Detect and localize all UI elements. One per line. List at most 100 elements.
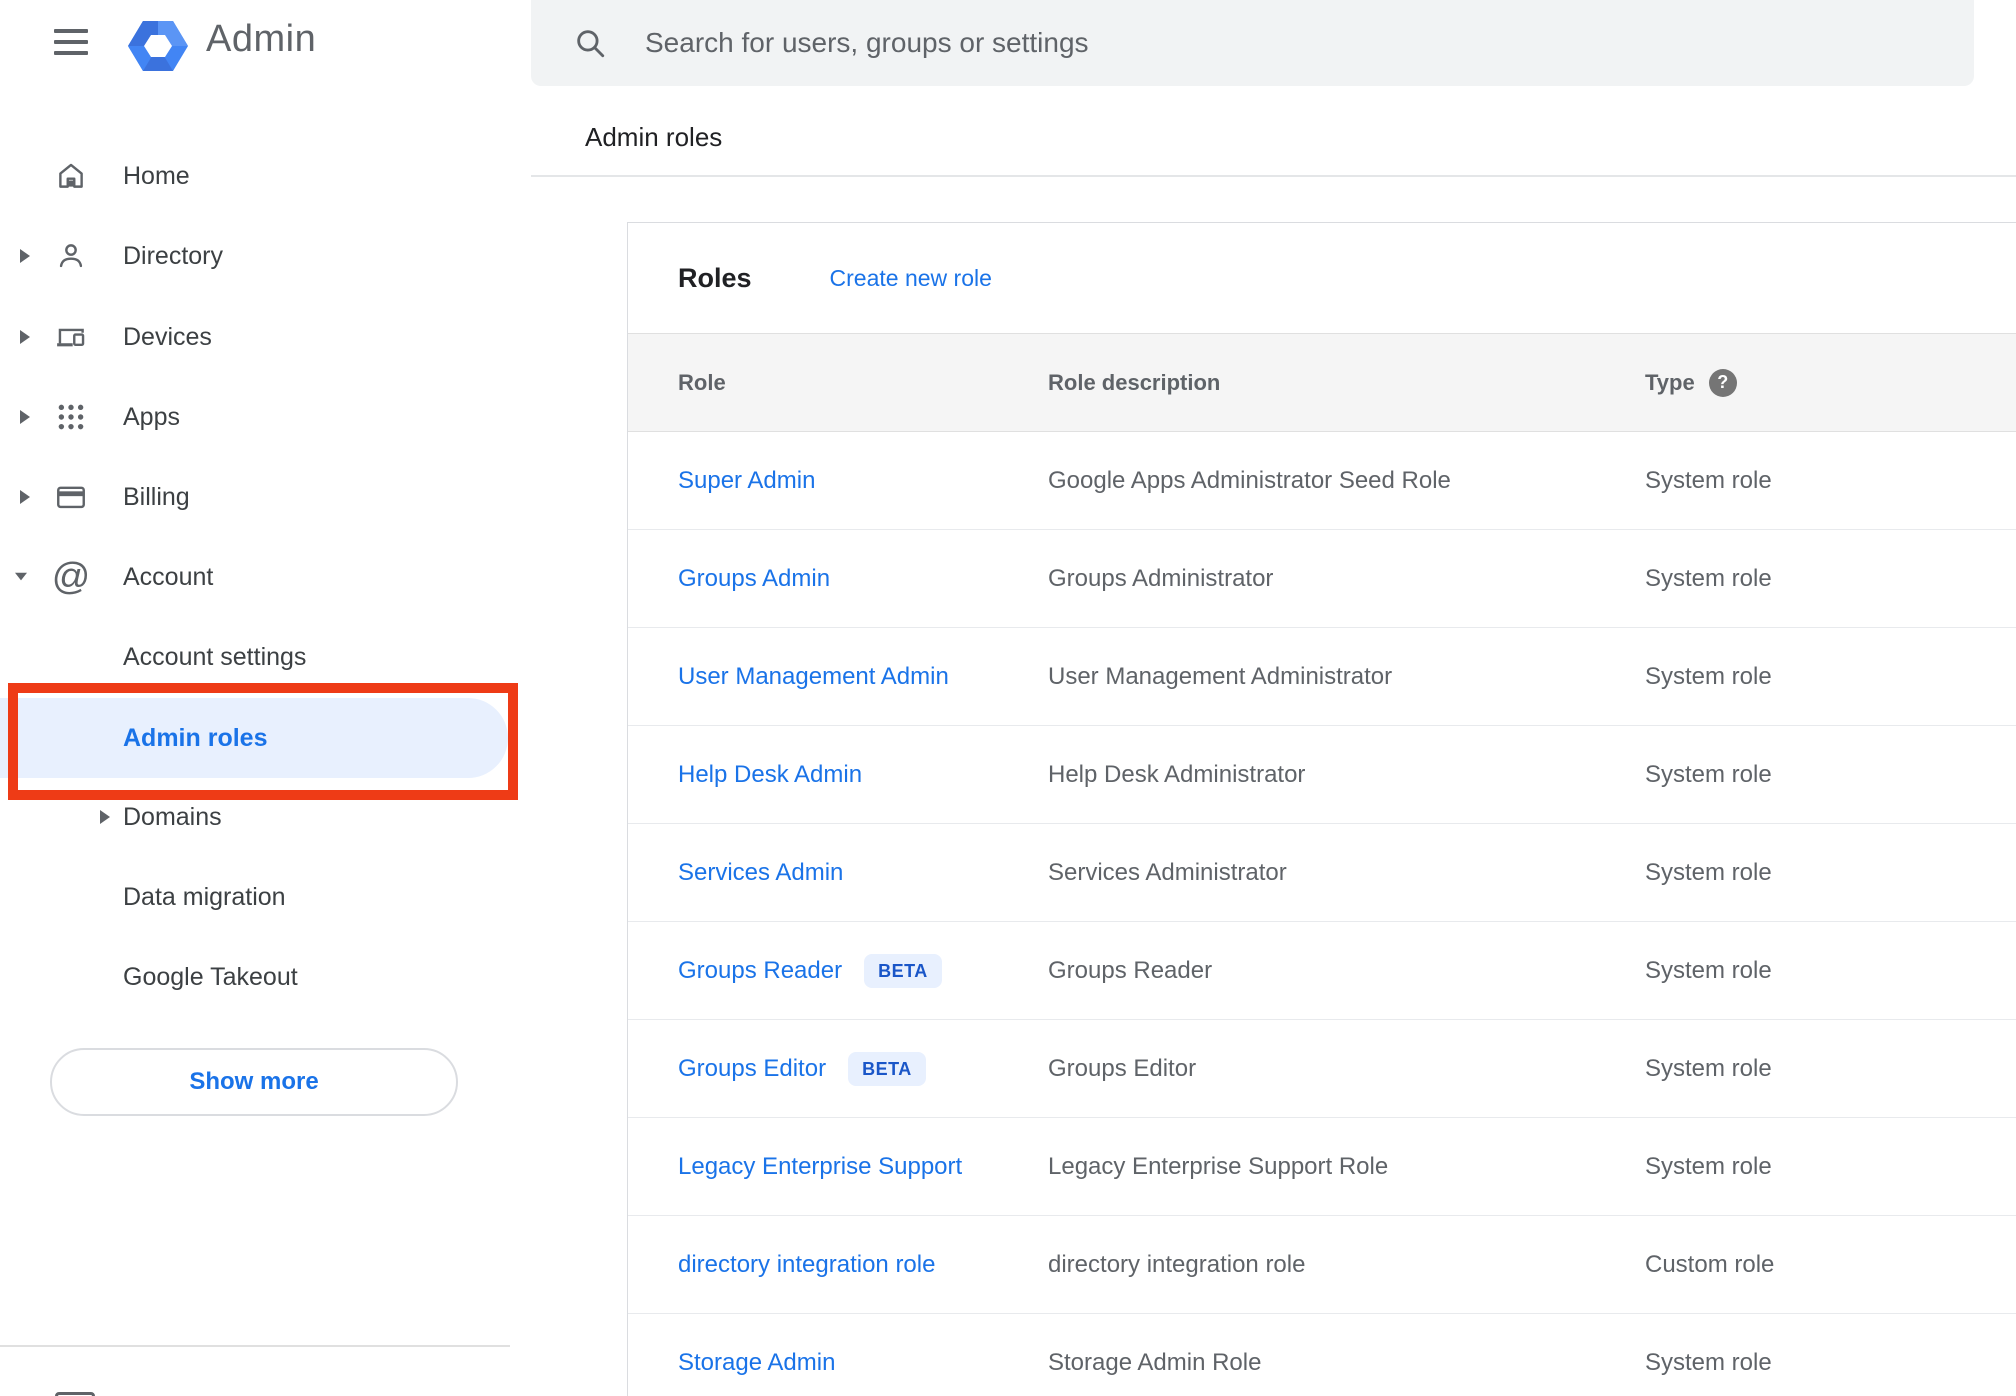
role-cell: Super Admin (678, 467, 1048, 495)
sidebar-item-account[interactable]: @ Account (0, 537, 516, 617)
role-link[interactable]: Help Desk Admin (678, 761, 862, 789)
role-link[interactable]: Groups Admin (678, 565, 830, 593)
sidebar-item-label: Directory (123, 241, 224, 270)
product-name: Admin (206, 18, 317, 60)
create-new-role-link[interactable]: Create new role (830, 265, 992, 292)
role-description: Groups Administrator (1048, 564, 1274, 592)
billing-icon (53, 479, 89, 515)
directory-icon (53, 238, 89, 274)
role-link[interactable]: Groups Editor (678, 1055, 826, 1083)
sidebar-item-google-takeout[interactable]: Google Takeout (0, 937, 516, 1017)
sidebar-item-domains[interactable]: Domains (0, 777, 516, 857)
role-type: System role (1645, 956, 1772, 984)
brand-row: Admin (0, 0, 516, 88)
table-row: Groups Admin Groups Administrator System r… (628, 530, 2016, 628)
sidebar-item-label: Account settings (123, 642, 307, 671)
sidebar-item-directory[interactable]: Directory (0, 216, 516, 296)
chevron-right-icon[interactable] (20, 249, 32, 263)
role-type: System role (1645, 760, 1772, 788)
role-type: Custom role (1645, 1250, 1775, 1278)
beta-badge: BETA (864, 953, 942, 988)
sidebar-item-label: Data migration (123, 882, 286, 911)
table-row: Services Admin Services Administrator Syst… (628, 824, 2016, 922)
role-cell: Legacy Enterprise Support (678, 1153, 1048, 1181)
search-bar[interactable]: Search for users, groups or settings (531, 0, 1974, 86)
roles-card: Roles Create new role Role Role descript… (627, 222, 2016, 1396)
content-divider (531, 175, 2016, 177)
card-header: Roles Create new role (628, 223, 2016, 333)
table-row: directory integration role directory inte… (628, 1216, 2016, 1314)
table-row: Groups Reader BETA Groups Reader System rol… (628, 922, 2016, 1020)
table-header-row: Role Role description Type ? (628, 333, 2016, 432)
role-cell: Groups Reader BETA (678, 953, 1048, 988)
role-description: User Management Administrator (1048, 662, 1393, 690)
chevron-right-icon[interactable] (20, 410, 32, 424)
role-description: Groups Reader (1048, 956, 1213, 984)
help-icon[interactable]: ? (1708, 368, 1737, 397)
sidebar-item-label: Account (123, 562, 214, 591)
role-link[interactable]: User Management Admin (678, 663, 949, 691)
breadcrumb: Admin roles (585, 122, 723, 152)
sidebar-item-home[interactable]: Home (0, 136, 516, 216)
devices-icon (53, 319, 89, 355)
search-placeholder: Search for users, groups or settings (645, 27, 1089, 58)
role-type: System role (1645, 466, 1772, 494)
sidebar-item-apps[interactable]: Apps (0, 377, 516, 457)
role-type: System role (1645, 564, 1772, 592)
sidebar-item-data-migration[interactable]: Data migration (0, 857, 516, 937)
role-cell: Groups Editor BETA (678, 1051, 1048, 1086)
table-row: Super Admin Google Apps Administrator See… (628, 432, 2016, 530)
sidebar-item-label: Billing (123, 482, 190, 511)
role-type: System role (1645, 858, 1772, 886)
menu-icon[interactable] (54, 29, 88, 55)
chevron-right-icon[interactable] (20, 490, 32, 504)
sidebar: Admin Home Directory Devices Apps Billin… (0, 0, 518, 1396)
table-row: Help Desk Admin Help Desk Administrator Sy… (628, 726, 2016, 824)
admin-logo-icon (127, 15, 189, 77)
role-cell: Help Desk Admin (678, 761, 1048, 789)
role-cell: directory integration role (678, 1251, 1048, 1279)
show-more-button[interactable]: Show more (50, 1048, 458, 1116)
column-header-role: Role (678, 369, 726, 395)
role-type: System role (1645, 662, 1772, 690)
table-row: Groups Editor BETA Groups Editor System rol… (628, 1020, 2016, 1118)
role-type: System role (1645, 1054, 1772, 1082)
role-cell: Services Admin (678, 859, 1048, 887)
column-header-type: Type (1645, 369, 1695, 395)
role-link[interactable]: Legacy Enterprise Support (678, 1153, 962, 1181)
role-description: directory integration role (1048, 1250, 1306, 1278)
role-cell: User Management Admin (678, 663, 1048, 691)
sidebar-item-label: Home (123, 161, 190, 190)
role-link[interactable]: Super Admin (678, 467, 815, 495)
sidebar-item-label: Devices (123, 322, 212, 351)
table-row: User Management Admin User Management Adm… (628, 628, 2016, 726)
role-cell: Groups Admin (678, 565, 1048, 593)
role-link[interactable]: Services Admin (678, 859, 843, 887)
page-title: Roles (678, 262, 752, 293)
search-icon (573, 26, 607, 60)
apps-icon (53, 399, 89, 435)
sidebar-item-label: Apps (123, 402, 180, 431)
table-body: Super Admin Google Apps Administrator See… (628, 432, 2016, 1396)
account-icon: @ (51, 556, 91, 598)
role-type: System role (1645, 1152, 1772, 1180)
sidebar-item-billing[interactable]: Billing (0, 457, 516, 537)
google-admin-console: Admin Home Directory Devices Apps Billin… (0, 0, 2016, 1396)
sidebar-divider (0, 1345, 510, 1347)
role-link[interactable]: directory integration role (678, 1251, 935, 1279)
role-cell: Storage Admin (678, 1349, 1048, 1377)
column-header-description: Role description (1048, 369, 1221, 395)
role-description: Google Apps Administrator Seed Role (1048, 466, 1451, 494)
chevron-right-icon[interactable] (100, 810, 112, 824)
chevron-right-icon[interactable] (20, 330, 32, 344)
sidebar-item-label: Admin roles (123, 723, 268, 752)
sidebar-item-devices[interactable]: Devices (0, 297, 516, 377)
role-link[interactable]: Groups Reader (678, 957, 842, 985)
sidebar-item-account-settings[interactable]: Account settings (0, 617, 516, 697)
role-description: Help Desk Administrator (1048, 760, 1306, 788)
role-description: Storage Admin Role (1048, 1348, 1262, 1376)
role-link[interactable]: Storage Admin (678, 1349, 835, 1377)
table-row: Legacy Enterprise Support Legacy Enterpri… (628, 1118, 2016, 1216)
chevron-down-icon[interactable] (15, 570, 27, 584)
sidebar-item-admin-roles[interactable]: Admin roles (0, 698, 508, 778)
